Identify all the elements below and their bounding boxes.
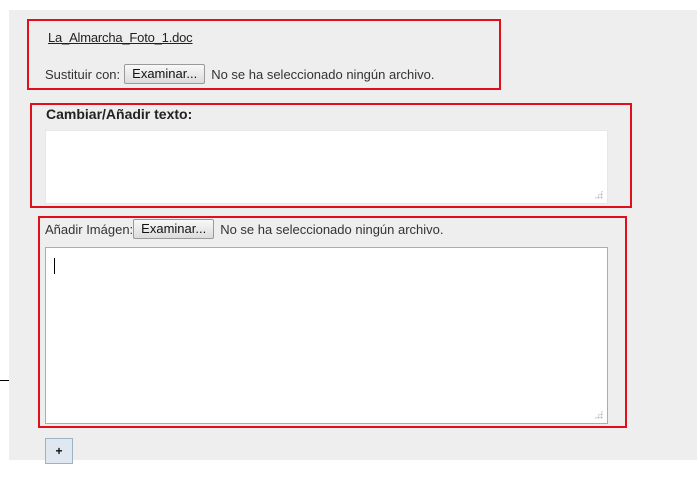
text-caret <box>54 258 55 274</box>
file-link[interactable]: La_Almarcha_Foto_1.doc <box>48 30 193 45</box>
no-file-text: No se ha seleccionado ningún archivo. <box>211 66 435 82</box>
text-textarea[interactable] <box>45 130 608 204</box>
resize-grip-icon[interactable] <box>594 410 603 419</box>
image-textarea[interactable] <box>45 247 608 424</box>
image-browse-button[interactable]: Examinar... <box>133 219 215 239</box>
resize-grip-icon[interactable] <box>594 190 603 199</box>
image-no-file-text: No se ha seleccionado ningún archivo. <box>220 221 444 237</box>
add-button[interactable]: + <box>45 438 73 464</box>
replace-file-row: Sustituir con: Examinar... No se ha sele… <box>45 63 435 85</box>
add-image-row: Añadir Imágen: Examinar... No se ha sele… <box>45 218 444 240</box>
text-section-heading: Cambiar/Añadir texto: <box>46 106 193 122</box>
add-image-label: Añadir Imágen: <box>45 221 134 237</box>
browse-button[interactable]: Examinar... <box>124 64 206 84</box>
replace-label: Sustituir con: <box>45 66 121 82</box>
